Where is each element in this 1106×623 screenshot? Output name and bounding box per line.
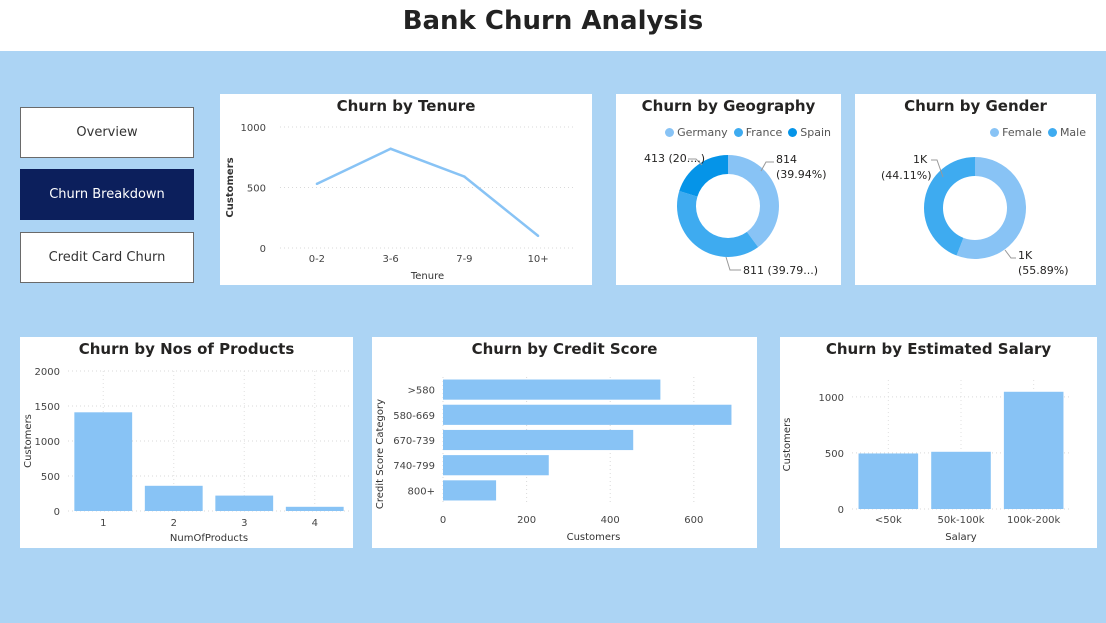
products-bar bbox=[215, 495, 274, 511]
geography-donut bbox=[677, 155, 779, 271]
salary-ytick-label: 1000 bbox=[819, 393, 844, 404]
salary-xaxis-title: Salary bbox=[945, 532, 976, 543]
germany-value-label: 814 bbox=[776, 153, 797, 166]
geography-slice-germany bbox=[728, 155, 779, 248]
nav-overview-button[interactable]: Overview bbox=[20, 107, 194, 158]
female-pct-label: (55.89%) bbox=[1018, 264, 1069, 277]
nav-churn-breakdown-button[interactable]: Churn Breakdown bbox=[20, 169, 194, 220]
tenure-xtick-label: 7-9 bbox=[456, 254, 472, 265]
salary-xtick-label: 50k-100k bbox=[937, 515, 984, 526]
credit-ytick-label: 670-739 bbox=[393, 436, 435, 447]
products-ytick-label: 1500 bbox=[35, 402, 60, 413]
tenure-ytick-label: 0 bbox=[260, 244, 266, 255]
credit-xtick-label: 0 bbox=[440, 515, 446, 526]
salary-bar bbox=[1003, 391, 1064, 509]
products-chart: 0 500 1000 1500 2000 1 2 3 4 NumOfProducts Custome… bbox=[23, 367, 350, 544]
female-leader-line bbox=[1004, 249, 1016, 259]
products-xtick-label: 1 bbox=[100, 518, 106, 529]
products-xaxis-title: NumOfProducts bbox=[170, 533, 248, 544]
products-xtick-label: 2 bbox=[171, 518, 177, 529]
credit-xtick-label: 400 bbox=[601, 515, 620, 526]
france-label: 811 (39.79...) bbox=[743, 264, 819, 277]
products-bar bbox=[74, 412, 133, 511]
credit-xaxis-title: Customers bbox=[567, 532, 621, 543]
products-bar bbox=[144, 485, 203, 511]
products-card: Churn by Nos of Products 0 500 1000 1500 200… bbox=[20, 337, 353, 548]
products-ytick-label: 1000 bbox=[35, 437, 60, 448]
credit-ytick-label: 580-669 bbox=[393, 411, 435, 422]
credit-ytick-label: 800+ bbox=[408, 486, 435, 497]
tenure-ytick-label: 1000 bbox=[241, 123, 266, 134]
geography-card: Churn by Geography Germany France Spain … bbox=[616, 94, 841, 285]
tenure-chart: 0 500 1000 0-2 3-6 7-9 10+ Tenure Customers bbox=[225, 123, 575, 282]
credit-bar bbox=[443, 480, 497, 501]
credit-xtick-label: 200 bbox=[517, 515, 536, 526]
tenure-point bbox=[389, 147, 392, 150]
salary-ytick-label: 500 bbox=[825, 449, 844, 460]
page-title: Bank Churn Analysis bbox=[402, 6, 704, 36]
credit-ytick-label: >580 bbox=[408, 386, 435, 397]
germany-pct-label: (39.94%) bbox=[776, 168, 827, 181]
geography-slice-france bbox=[677, 191, 759, 257]
credit-bar bbox=[443, 404, 732, 425]
tenure-xaxis-title: Tenure bbox=[410, 271, 444, 282]
tenure-point bbox=[463, 175, 466, 178]
female-value-label: 1K bbox=[1018, 249, 1033, 262]
male-pct-label: (44.11%) bbox=[881, 169, 932, 182]
credit-card: Churn by Credit Score 0 200 400 600 >580 580-… bbox=[372, 337, 757, 548]
gender-donut bbox=[924, 157, 1026, 259]
products-ytick-label: 0 bbox=[54, 507, 60, 518]
credit-xtick-label: 600 bbox=[684, 515, 703, 526]
salary-bar bbox=[931, 451, 991, 509]
tenure-point bbox=[536, 234, 540, 238]
salary-chart: 0 500 1000 <50k 50k-100k 100k-200k Salary Custo… bbox=[782, 380, 1070, 543]
salary-bar bbox=[858, 453, 919, 509]
tenure-xtick-label: 3-6 bbox=[382, 254, 398, 265]
france-leader-line bbox=[725, 256, 741, 271]
tenure-xtick-label: 10+ bbox=[528, 254, 549, 265]
products-ytick-label: 500 bbox=[41, 472, 60, 483]
spain-label: 413 (20....) bbox=[644, 152, 706, 165]
credit-bar bbox=[443, 429, 634, 451]
credit-bar bbox=[443, 455, 549, 476]
products-yaxis-title: Customers bbox=[23, 414, 34, 468]
credit-ytick-label: 740-799 bbox=[393, 461, 435, 472]
products-xtick-label: 3 bbox=[241, 518, 247, 529]
credit-yaxis-title: Credit Score Category bbox=[375, 399, 386, 509]
salary-yaxis-title: Customers bbox=[782, 418, 793, 472]
tenure-series-line bbox=[316, 147, 539, 237]
salary-xtick-label: <50k bbox=[875, 515, 902, 526]
salary-card: Churn by Estimated Salary 0 500 1000 <50k 50… bbox=[780, 337, 1097, 548]
products-bar bbox=[285, 506, 344, 511]
tenure-card: Churn by Tenure 0 500 1000 0-2 3-6 7-9 10+ Tenu… bbox=[220, 94, 592, 285]
gender-card: Churn by Gender Female Male 1K (44.11%) … bbox=[855, 94, 1096, 285]
salary-ytick-label: 0 bbox=[838, 505, 844, 516]
tenure-point bbox=[315, 182, 319, 186]
tenure-ytick-label: 500 bbox=[247, 184, 266, 195]
credit-bar bbox=[443, 379, 661, 400]
salary-xtick-label: 100k-200k bbox=[1007, 515, 1061, 526]
products-ytick-label: 2000 bbox=[35, 367, 60, 378]
male-value-label: 1K bbox=[913, 153, 928, 166]
tenure-yaxis-title: Customers bbox=[225, 157, 236, 217]
nav-credit-card-churn-button[interactable]: Credit Card Churn bbox=[20, 232, 194, 283]
products-xtick-label: 4 bbox=[312, 518, 318, 529]
credit-chart: 0 200 400 600 >580 580-669 670-739 740-799 800+ C… bbox=[375, 377, 732, 543]
tenure-xtick-label: 0-2 bbox=[309, 254, 325, 265]
